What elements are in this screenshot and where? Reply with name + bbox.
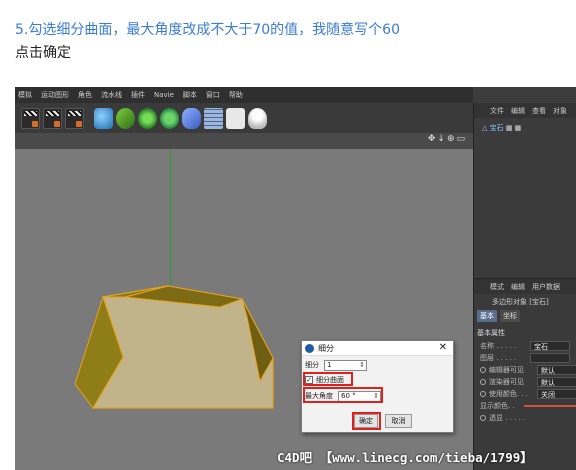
subdivision-label: 细分 [305,361,319,369]
camera-icon[interactable] [226,107,245,129]
radio-icon[interactable] [480,379,486,385]
dialog-title: 细分 [318,343,334,353]
tab-file[interactable]: 文件 [490,106,504,116]
radio-icon[interactable] [480,391,486,397]
prop-render-visible: 渲染器可见 默认 [474,376,576,388]
subdivision-row: 细分 1 [305,359,367,371]
menu-item-simulate[interactable]: 模拟 [18,90,32,100]
subtab-basic[interactable]: 基本 [477,310,497,322]
section-basic-properties: 基本属性 [477,329,505,337]
menu-item-help[interactable]: 帮助 [229,90,243,100]
attribute-tabs: 模式 编辑 用户数据 [474,279,576,294]
dialog-titlebar: 细分 ✕ [302,341,453,356]
render-region-icon[interactable] [21,107,40,129]
viewport-nav-icons[interactable]: ✥↓⊕▭ [428,134,467,144]
attribute-object-title: 多边形对象 [宝石] [492,298,549,306]
prop-editor-visible: 编辑器可见 默认 [474,364,576,376]
object-name: 宝石 [489,124,504,132]
pen-icon[interactable] [116,107,135,129]
render-view-icon[interactable] [43,107,62,129]
tab-mode[interactable]: 模式 [490,282,504,294]
menu-item-script[interactable]: 脚本 [183,90,197,100]
highlight-subdivision-surface [303,372,353,386]
menu-bar: 模拟 运动图形 角色 流水线 插件 Navie 脚本 窗口 帮助 [15,87,473,103]
attribute-manager: 模式 编辑 用户数据 多边形对象 [宝石] 基本 坐标 基本属性 名称 . . … [474,278,576,470]
prop-use-color: 使用颜色. . . 关闭 [474,388,576,400]
step-instruction: 5.勾选细分曲面，最大角度改成不大于70的值，我随意写个60 [15,22,400,38]
menu-item-navie[interactable]: Navie [154,91,174,99]
menu-item-character[interactable]: 角色 [78,90,92,100]
c4d-screenshot: 模拟 运动图形 角色 流水线 插件 Navie 脚本 窗口 帮助 ✥↓⊕▭ 文件… [15,87,576,470]
attribute-subtabs: 基本 坐标 [474,307,576,322]
highlight-max-angle [303,387,383,403]
radio-icon[interactable] [480,367,486,373]
prop-display-color: 显示颜色. . [474,400,576,412]
c4d-logo-icon [305,343,314,353]
object-row[interactable]: △ 宝石 ▦ ▦ [482,123,521,133]
subtab-coord[interactable]: 坐标 [500,310,520,322]
tab-object[interactable]: 对象 [553,106,567,116]
polygon-object-icon: △ [482,124,490,132]
prop-xray: 透显 . . . . . [474,412,576,424]
tab-edit-attr[interactable]: 编辑 [511,282,525,294]
subdivide-dialog: 细分 ✕ 细分 1 ✓ 细分曲面 最大角度 60 ° 确定 取消 [301,340,454,433]
right-panel: 文件 编辑 查看 对象 △ 宝石 ▦ ▦ 模式 编辑 用户数据 多边形对象 [宝… [473,103,576,470]
checker-icon: ▦ ▦ [505,124,522,132]
prop-layer: 图层 . . . . . [474,352,576,364]
watermark: C4D吧 【www.linecg.com/tieba/1799】 [277,450,533,465]
color-swatch[interactable] [524,405,576,407]
tab-view[interactable]: 查看 [532,106,546,116]
array-icon[interactable] [160,107,179,129]
render-settings-icon[interactable] [65,107,84,129]
cube-icon[interactable] [94,107,113,129]
deformer-icon[interactable] [182,107,201,129]
menu-item-pipeline[interactable]: 流水线 [101,90,122,100]
floor-icon[interactable] [204,107,223,129]
prop-name: 名称 . . . . . 宝石 [474,340,576,352]
light-icon[interactable] [248,107,267,129]
tab-user-data[interactable]: 用户数据 [532,282,560,294]
cancel-button[interactable]: 取消 [385,414,412,428]
viewport-header: ✥↓⊕▭ [15,133,473,149]
subdivision-input[interactable]: 1 [324,359,367,371]
subdivision-icon[interactable] [138,107,157,129]
menu-item-mograph[interactable]: 运动图形 [41,90,69,100]
toolbar [15,103,473,133]
close-icon[interactable]: ✕ [439,342,447,353]
object-manager-tabs: 文件 编辑 查看 对象 [474,103,576,118]
click-instruction: 点击确定 [15,45,71,61]
radio-icon[interactable] [480,415,486,421]
highlight-ok-button [352,412,381,430]
menu-item-window[interactable]: 窗口 [206,90,220,100]
tab-edit[interactable]: 编辑 [511,106,525,116]
menu-item-plugins[interactable]: 插件 [131,90,145,100]
